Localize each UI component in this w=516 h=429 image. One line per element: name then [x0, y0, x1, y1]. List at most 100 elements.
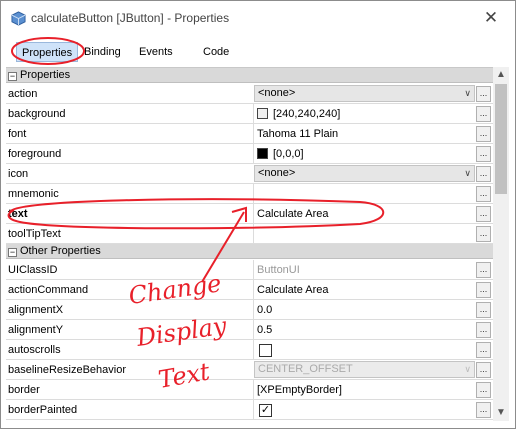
- property-row-borderpainted[interactable]: borderPainted ✓ ...: [6, 400, 493, 420]
- column-divider: [253, 124, 254, 144]
- ellipsis-button[interactable]: ...: [476, 166, 491, 182]
- section-label: Other Properties: [20, 245, 101, 257]
- ellipsis-button[interactable]: ...: [476, 342, 491, 358]
- ellipsis-button[interactable]: ...: [476, 226, 491, 242]
- text-value-field[interactable]: Calculate Area: [257, 204, 329, 224]
- ellipsis-button[interactable]: ...: [476, 262, 491, 278]
- tab-code[interactable]: Code: [203, 42, 229, 62]
- property-row-actioncommand[interactable]: actionCommand Calculate Area ...: [6, 280, 493, 300]
- property-name: font: [8, 128, 27, 140]
- collapse-icon[interactable]: −: [8, 72, 17, 81]
- tab-events[interactable]: Events: [139, 42, 173, 62]
- ellipsis-button[interactable]: ...: [476, 186, 491, 202]
- scroll-down-icon[interactable]: ▼: [493, 405, 509, 421]
- scroll-thumb[interactable]: [495, 84, 507, 194]
- action-combo[interactable]: <none> ∨: [254, 85, 475, 102]
- ellipsis-button[interactable]: ...: [476, 206, 491, 222]
- property-name: UIClassID: [8, 264, 58, 276]
- baseline-combo: CENTER_OFFSET ∨: [254, 361, 475, 378]
- property-value[interactable]: Tahoma 11 Plain: [257, 124, 338, 144]
- column-divider: [253, 280, 254, 300]
- java-bean-icon: [11, 11, 26, 26]
- column-divider: [253, 104, 254, 124]
- ellipsis-button[interactable]: ...: [476, 126, 491, 142]
- column-divider: [253, 204, 254, 224]
- column-divider: [253, 300, 254, 320]
- property-name: background: [8, 108, 66, 120]
- tab-properties[interactable]: Properties: [16, 42, 79, 62]
- property-row-action[interactable]: action <none> ∨ ...: [6, 84, 493, 104]
- property-value[interactable]: [240,240,240]: [257, 104, 340, 124]
- property-value: ButtonUI: [257, 264, 300, 276]
- column-divider: [253, 260, 254, 280]
- property-row-autoscrolls[interactable]: autoscrolls ...: [6, 340, 493, 360]
- property-row-border[interactable]: border [XPEmptyBorder] ...: [6, 380, 493, 400]
- tab-binding[interactable]: Binding: [84, 42, 121, 62]
- property-value[interactable]: [XPEmptyBorder]: [257, 380, 342, 400]
- property-row-foreground[interactable]: foreground [0,0,0] ...: [6, 144, 493, 164]
- property-row-uiclassid[interactable]: UIClassID ButtonUI ...: [6, 260, 493, 280]
- property-row-baselineresizebehavior[interactable]: baselineResizeBehavior CENTER_OFFSET ∨ ..…: [6, 360, 493, 380]
- property-name: mnemonic: [8, 188, 59, 200]
- section-other-properties[interactable]: − Other Properties: [6, 244, 493, 259]
- column-divider: [253, 340, 254, 360]
- combo-value: <none>: [258, 87, 296, 99]
- borderpainted-checkbox[interactable]: ✓: [259, 404, 272, 417]
- ellipsis-button[interactable]: ...: [476, 362, 491, 378]
- ellipsis-button[interactable]: ...: [476, 106, 491, 122]
- property-name: foreground: [8, 148, 62, 160]
- column-divider: [253, 224, 254, 244]
- autoscrolls-checkbox[interactable]: [259, 344, 272, 357]
- ellipsis-button[interactable]: ...: [476, 322, 491, 338]
- column-divider: [253, 320, 254, 340]
- property-name: autoscrolls: [8, 344, 61, 356]
- tab-bar: Properties Binding Events Code: [1, 39, 515, 65]
- property-row-alignmentx[interactable]: alignmentX 0.0 ...: [6, 300, 493, 320]
- ellipsis-button[interactable]: ...: [476, 302, 491, 318]
- property-name: alignmentY: [8, 324, 64, 336]
- property-name: borderPainted: [8, 404, 78, 416]
- property-row-background[interactable]: background [240,240,240] ...: [6, 104, 493, 124]
- property-value[interactable]: 0.5: [257, 320, 272, 340]
- property-row-text[interactable]: text Calculate Area ...: [6, 204, 493, 224]
- property-value[interactable]: 0.0: [257, 300, 272, 320]
- collapse-icon[interactable]: −: [8, 248, 17, 257]
- chevron-down-icon[interactable]: ∨: [464, 166, 471, 181]
- close-icon[interactable]: ✕: [477, 6, 505, 30]
- ellipsis-button[interactable]: ...: [476, 402, 491, 418]
- vertical-scrollbar[interactable]: ▲ ▼: [493, 67, 509, 421]
- section-properties[interactable]: − Properties: [6, 68, 493, 83]
- combo-value: CENTER_OFFSET: [258, 363, 353, 375]
- property-row-font[interactable]: font Tahoma 11 Plain ...: [6, 124, 493, 144]
- property-name: toolTipText: [8, 228, 61, 240]
- chevron-down-icon[interactable]: ∨: [464, 86, 471, 101]
- column-divider: [253, 380, 254, 400]
- property-name: actionCommand: [8, 284, 89, 296]
- property-name: baselineResizeBehavior: [8, 364, 127, 376]
- property-name: icon: [8, 168, 29, 180]
- ellipsis-button[interactable]: ...: [476, 382, 491, 398]
- chevron-down-icon: ∨: [464, 364, 471, 374]
- combo-value: <none>: [258, 167, 296, 179]
- column-divider: [253, 400, 254, 420]
- property-row-icon[interactable]: icon <none> ∨ ...: [6, 164, 493, 184]
- ellipsis-button[interactable]: ...: [476, 86, 491, 102]
- section-label: Properties: [20, 69, 71, 81]
- color-value: [240,240,240]: [273, 108, 341, 120]
- property-value[interactable]: [0,0,0]: [257, 144, 304, 164]
- property-row-tooltiptext[interactable]: toolTipText ...: [6, 224, 493, 244]
- ellipsis-button[interactable]: ...: [476, 146, 491, 162]
- color-swatch: [257, 148, 268, 159]
- property-sheet: − Properties action <none> ∨ ... backgroun…: [6, 67, 493, 421]
- property-name: alignmentX: [8, 304, 64, 316]
- property-value[interactable]: Calculate Area: [257, 280, 329, 300]
- column-divider: [253, 184, 254, 204]
- scroll-up-icon[interactable]: ▲: [493, 67, 509, 83]
- ellipsis-button[interactable]: ...: [476, 282, 491, 298]
- color-swatch: [257, 108, 268, 119]
- property-row-mnemonic[interactable]: mnemonic ...: [6, 184, 493, 204]
- icon-combo[interactable]: <none> ∨: [254, 165, 475, 182]
- property-row-alignmenty[interactable]: alignmentY 0.5 ...: [6, 320, 493, 340]
- column-divider: [253, 144, 254, 164]
- title-bar: calculateButton [JButton] - Properties ✕: [1, 1, 515, 35]
